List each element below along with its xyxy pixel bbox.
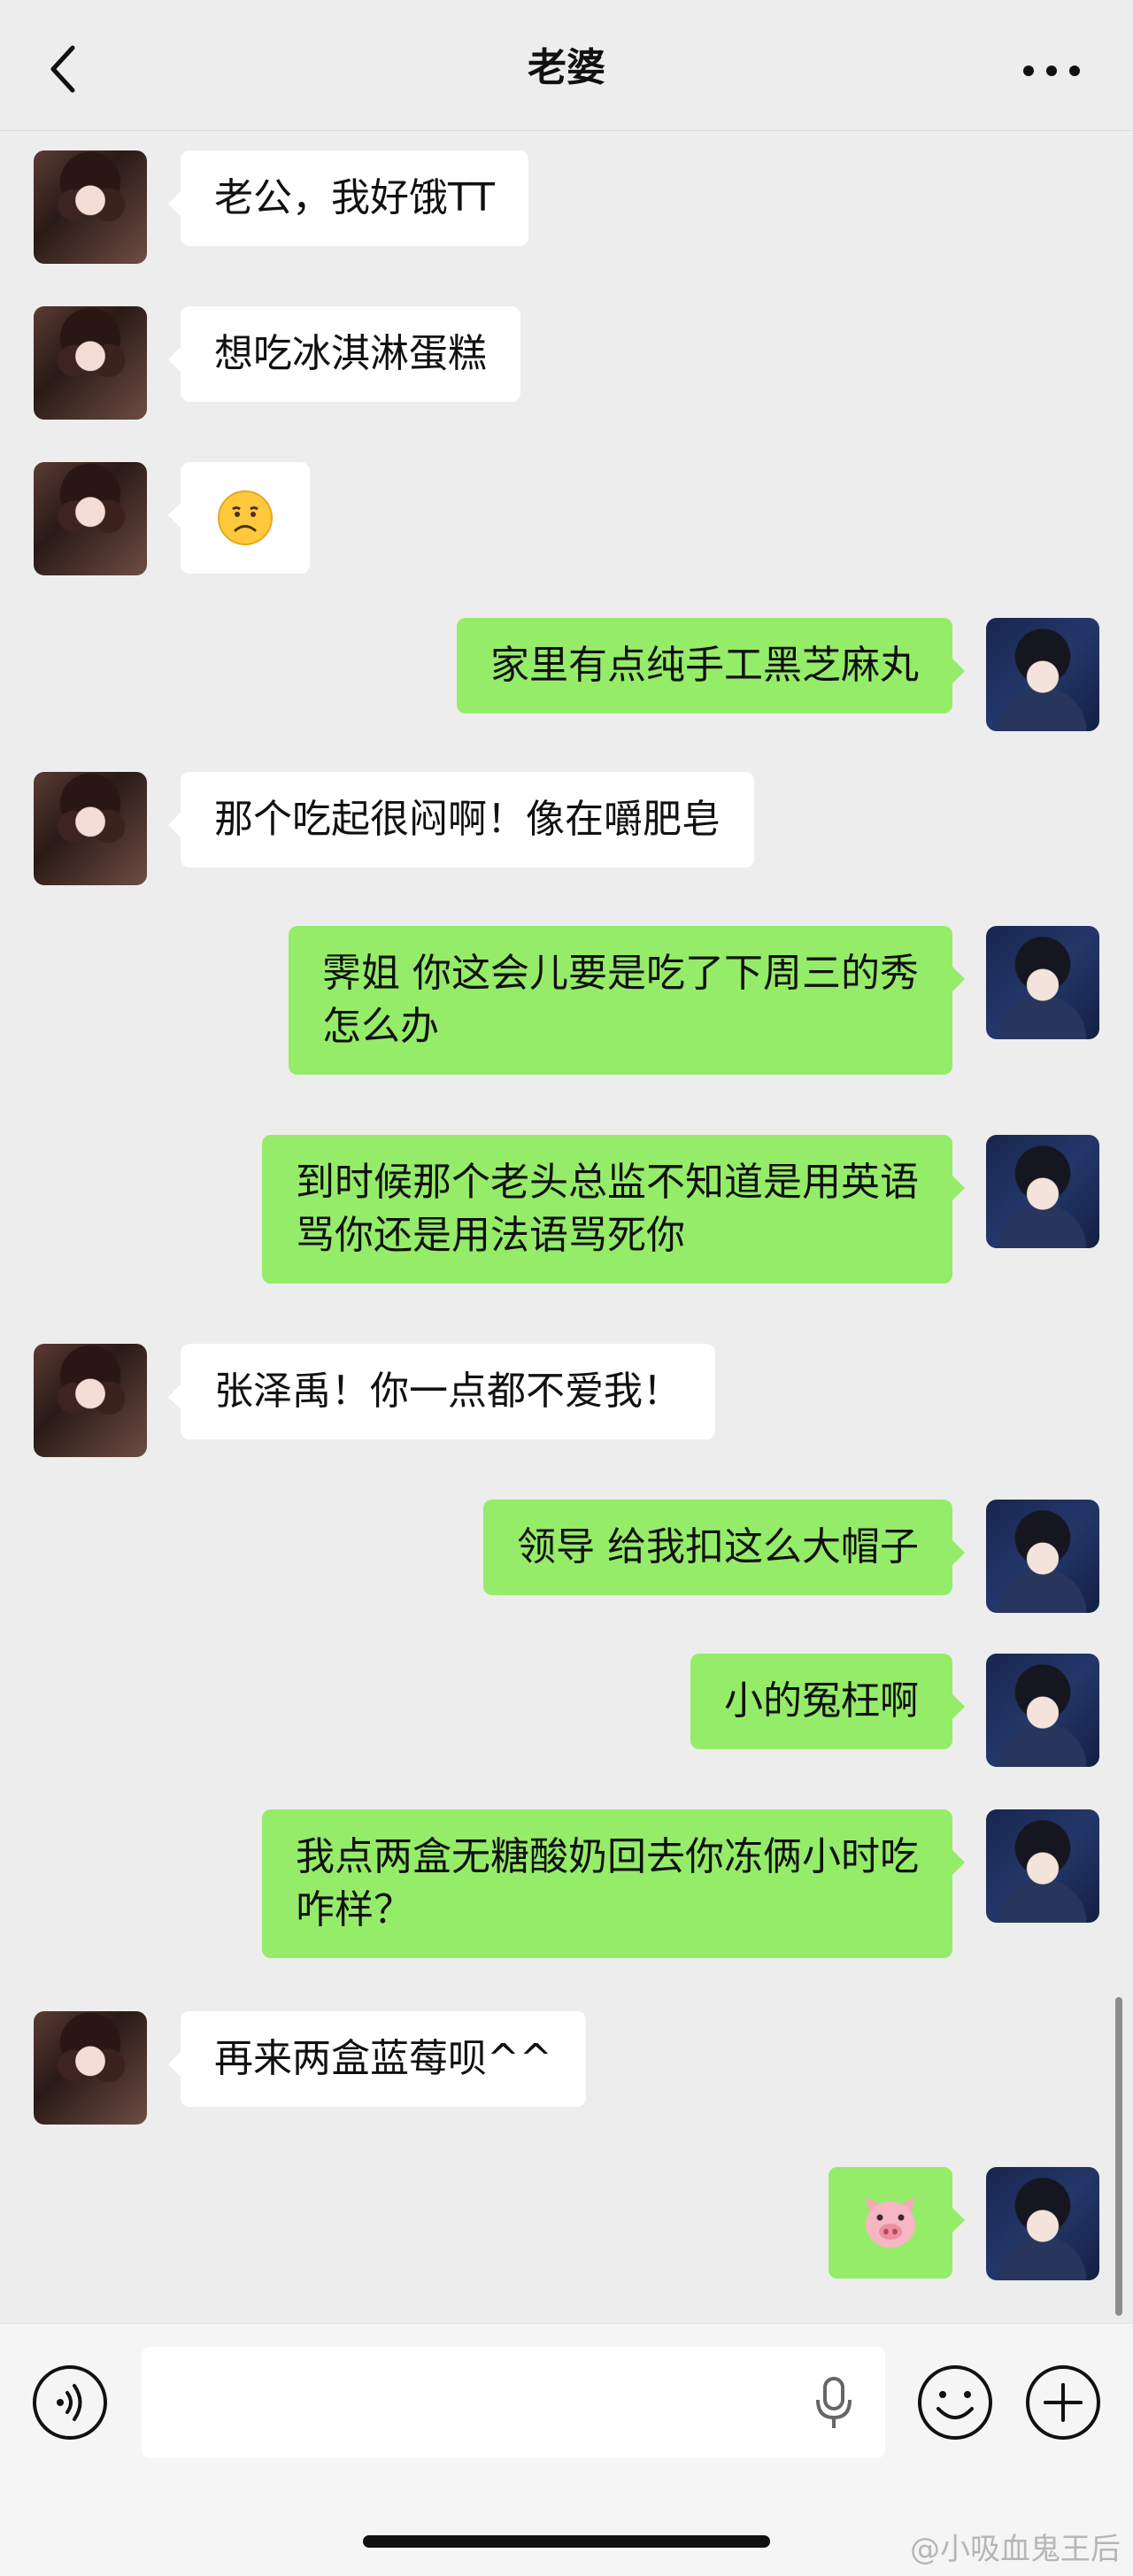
- mic-button[interactable]: [811, 2375, 857, 2432]
- message-bubble-incoming-emoji[interactable]: [168, 462, 310, 574]
- message-bubble-incoming[interactable]: 张泽禹！你一点都不爱我！: [168, 1344, 715, 1439]
- contact-avatar[interactable]: [34, 772, 147, 885]
- chat-screen: 老婆 老公，我好饿TT 想吃冰淇淋蛋糕 家里有点纯手工黑芝麻丸 那个吃起很闷啊！…: [0, 0, 1133, 2576]
- message-bubble-incoming[interactable]: 想吃冰淇淋蛋糕: [168, 306, 520, 402]
- contact-avatar[interactable]: [34, 462, 147, 575]
- home-indicator[interactable]: [363, 2535, 770, 2548]
- top-bar: 老婆: [0, 0, 1133, 131]
- message-bubble-outgoing[interactable]: 领导 给我扣这么大帽子: [483, 1500, 965, 1595]
- self-avatar[interactable]: [986, 1135, 1099, 1248]
- scrollbar[interactable]: [1115, 1997, 1122, 2316]
- self-avatar[interactable]: [986, 1500, 1099, 1613]
- message-input[interactable]: [142, 2347, 885, 2458]
- microphone-icon: [816, 2377, 852, 2428]
- message-bubble-outgoing[interactable]: 家里有点纯手工黑芝麻丸: [457, 618, 965, 713]
- plus-icon: [1026, 2365, 1100, 2440]
- message-bubble-outgoing[interactable]: 到时候那个老头总监不知道是用英语 骂你还是用法语骂死你: [262, 1135, 965, 1284]
- sad-face-icon: [218, 490, 273, 545]
- self-avatar[interactable]: [986, 618, 1099, 731]
- contact-avatar[interactable]: [34, 2011, 147, 2125]
- voice-icon: [33, 2365, 107, 2440]
- more-actions-button[interactable]: [1023, 2363, 1103, 2442]
- message-bubble-outgoing[interactable]: 我点两盒无糖酸奶回去你冻俩小时吃 咋样？: [262, 1809, 965, 1958]
- more-dots-icon: [1023, 66, 1080, 76]
- self-avatar[interactable]: [986, 2167, 1099, 2280]
- smiley-icon: [918, 2365, 992, 2440]
- self-avatar[interactable]: [986, 1654, 1099, 1767]
- emoji-button[interactable]: [915, 2363, 995, 2442]
- message-bubble-incoming[interactable]: 老公，我好饿TT: [168, 150, 528, 246]
- contact-avatar[interactable]: [34, 306, 147, 420]
- chat-title: 老婆: [528, 45, 605, 90]
- self-avatar[interactable]: [986, 926, 1099, 1039]
- message-list[interactable]: 老公，我好饿TT 想吃冰淇淋蛋糕 家里有点纯手工黑芝麻丸 那个吃起很闷啊！像在嚼…: [0, 131, 1133, 2323]
- message-bubble-incoming[interactable]: 那个吃起很闷啊！像在嚼肥皂: [168, 772, 754, 868]
- message-bubble-outgoing[interactable]: 霁姐 你这会儿要是吃了下周三的秀 怎么办: [289, 926, 965, 1075]
- self-avatar[interactable]: [986, 1809, 1099, 1923]
- watermark-text: @小吸血鬼王后: [910, 2532, 1121, 2567]
- pig-face-icon: [866, 2197, 915, 2248]
- message-bubble-outgoing[interactable]: 小的冤枉啊: [690, 1654, 965, 1749]
- contact-avatar[interactable]: [34, 1344, 147, 1457]
- more-button[interactable]: [1018, 51, 1085, 90]
- voice-button[interactable]: [30, 2363, 110, 2442]
- contact-avatar[interactable]: [34, 150, 147, 264]
- message-bubble-incoming[interactable]: 再来两盒蓝莓呗^^: [168, 2011, 586, 2107]
- message-bubble-outgoing-emoji[interactable]: [829, 2167, 965, 2279]
